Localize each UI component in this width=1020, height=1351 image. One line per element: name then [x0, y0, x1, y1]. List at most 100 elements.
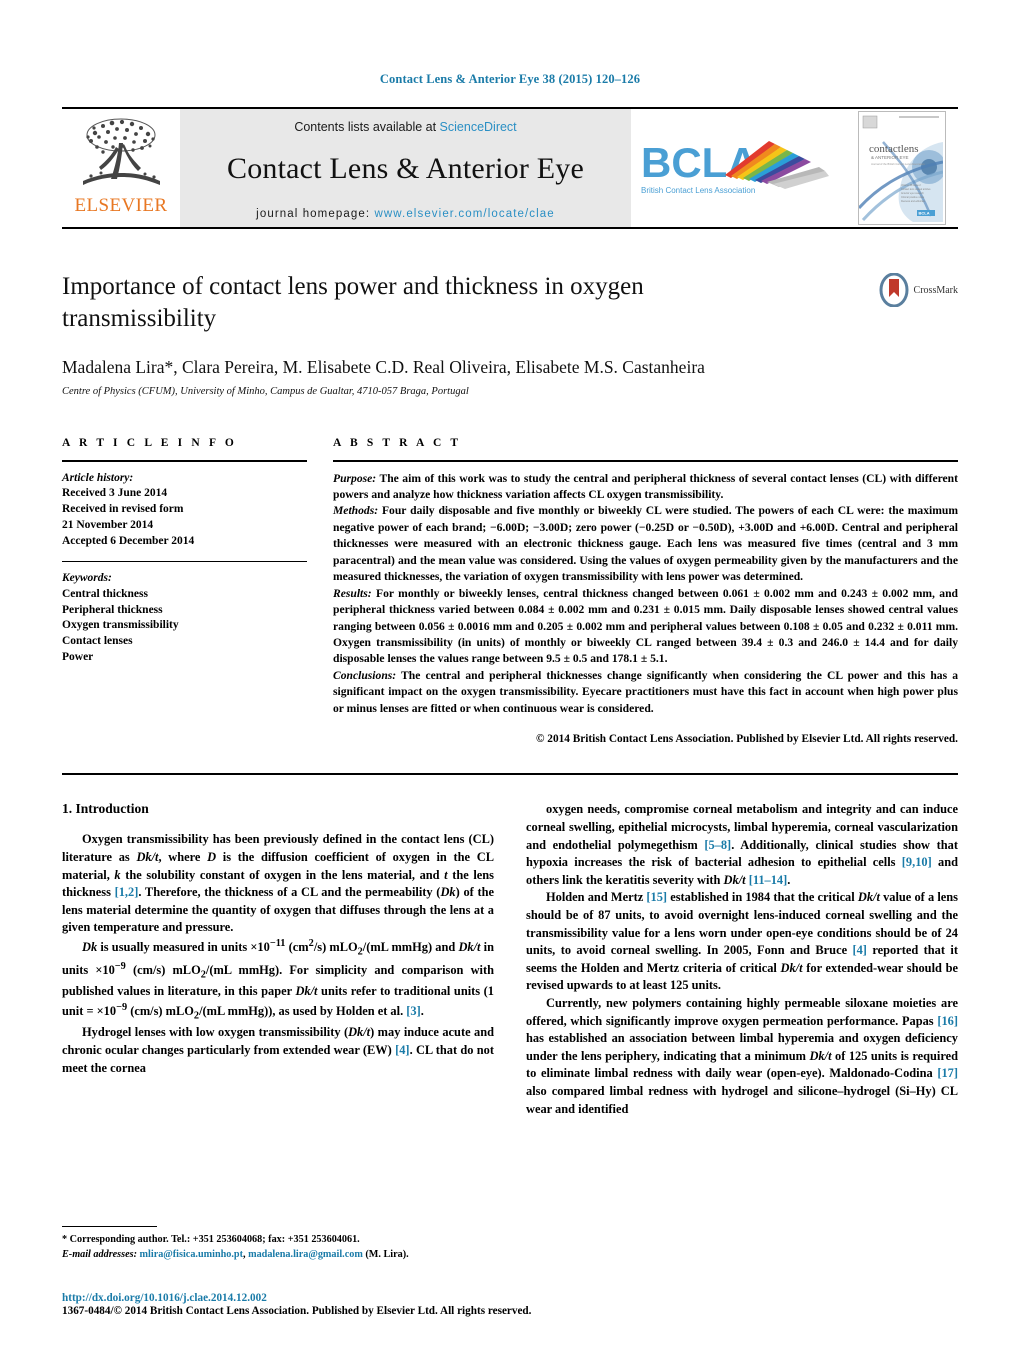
emphasis-text: Dk/t — [295, 984, 318, 999]
text-run: is usually measured in units ×10 — [97, 940, 270, 955]
journal-title: Contact Lens & Anterior Eye — [227, 152, 584, 185]
info-abstract-section: A R T I C L E I N F O Article history: R… — [62, 437, 958, 748]
text-run: (cm — [285, 940, 309, 955]
article-page: Contact Lens & Anterior Eye 38 (2015) 12… — [0, 0, 1020, 1351]
svg-text:BCLA: BCLA — [641, 139, 758, 186]
contents-available-line: Contents lists available at ScienceDirec… — [294, 120, 516, 134]
abstract-body: Purpose: The aim of this work was to stu… — [333, 471, 958, 748]
emphasis-text: D — [207, 849, 217, 864]
corresponding-author-note: * Corresponding author. Tel.: +351 25360… — [62, 1234, 360, 1246]
abstract-copyright: © 2014 British Contact Lens Association.… — [536, 733, 958, 746]
bcla-logo-icon: BCLA British Contact Lens Association — [641, 139, 829, 195]
page-title: Importance of contact lens power and thi… — [62, 273, 644, 332]
homepage-prefix: journal homepage: — [256, 208, 371, 220]
title-block: CrossMark Importance of contact lens pow… — [62, 271, 958, 397]
svg-text:Volume 38 Issue 2: Volume 38 Issue 2 — [901, 184, 921, 187]
elsevier-logo: ELSEVIER — [62, 109, 180, 227]
text-run: (cm/s) mLO — [127, 1004, 194, 1019]
sciencedirect-link[interactable]: ScienceDirect — [440, 120, 517, 134]
text-run: (cm/s) mLO — [125, 963, 201, 978]
journal-cover-thumbnail: contactlens & ANTERIOR EYE Journal of th… — [846, 109, 958, 227]
text-run: Hydrogel lenses with low oxygen transmis… — [82, 1025, 349, 1040]
doi-link[interactable]: http://dx.doi.org/10.1016/j.clae.2014.12… — [62, 1292, 782, 1304]
emphasis-text: Dk — [82, 940, 98, 955]
text-run: , where — [158, 849, 208, 864]
abstract-methods: Methods: Four daily disposable and five … — [333, 503, 958, 585]
text-run: established in 1984 that the critical — [667, 890, 858, 905]
left-paragraphs: Oxygen transmissibility has been previou… — [62, 831, 494, 1077]
homepage-url-link[interactable]: www.elsevier.com/locate/clae — [374, 208, 554, 220]
running-head: Contact Lens & Anterior Eye 38 (2015) 12… — [379, 72, 641, 86]
journal-masthead: ELSEVIER Contents lists available at Sci… — [62, 107, 958, 229]
body-paragraph: oxygen needs, compromise corneal metabol… — [526, 801, 958, 889]
citation-link[interactable]: [16] — [937, 1014, 958, 1028]
abstract-purpose: Purpose: The aim of this work was to stu… — [333, 471, 958, 504]
text-run: . Therefore, the thickness of a CL and t… — [138, 885, 441, 900]
citation-link[interactable]: [9,10] — [902, 855, 932, 869]
abstract-methods-label: Methods: — [333, 504, 379, 518]
svg-text:Contact lens related articles: Contact lens related articles — [901, 188, 931, 191]
divider — [333, 459, 958, 462]
right-paragraphs: oxygen needs, compromise corneal metabol… — [526, 801, 958, 1118]
email-note: E-mail addresses: mlira@fisica.uminho.pt… — [62, 1248, 502, 1263]
citation-link[interactable]: [4] — [395, 1043, 409, 1057]
abstract-conclusions-text: The central and peripheral thicknesses c… — [333, 668, 958, 715]
section-title-introduction: 1. Introduction — [62, 801, 149, 817]
bcla-subtitle: British Contact Lens Association — [641, 186, 755, 195]
emphasis-text: Dk — [440, 885, 456, 900]
citation-link[interactable]: [15] — [646, 890, 667, 904]
citation-link[interactable]: [1,2] — [115, 885, 139, 899]
keyword-item: Central thickness — [62, 587, 148, 600]
body-paragraph: Hydrogel lenses with low oxygen transmis… — [62, 1024, 494, 1077]
article-history-label: Article history: — [62, 471, 134, 484]
issn-copyright-line: 1367-0484/© 2014 British Contact Lens As… — [62, 1305, 532, 1317]
abstract-purpose-text: The aim of this work was to study the ce… — [333, 471, 958, 501]
text-run: . — [420, 1004, 424, 1019]
abstract-results-label: Results: — [333, 586, 372, 600]
citation-link[interactable]: [5–8] — [704, 838, 731, 852]
body-paragraph: Oxygen transmissibility has been previou… — [62, 831, 494, 937]
svg-text:Reviews and editorials: Reviews and editorials — [901, 200, 926, 203]
divider — [62, 773, 958, 776]
citation-link[interactable]: [4] — [852, 943, 866, 957]
abstract-methods-text: Four daily disposable and five monthly o… — [333, 504, 958, 584]
body-paragraph: Holden and Mertz [15] established in 198… — [526, 889, 958, 995]
contents-prefix: Contents lists available at — [294, 120, 440, 134]
divider — [62, 560, 307, 562]
abstract-column: A B S T R A C T Purpose: The aim of this… — [333, 437, 958, 748]
abstract-heading: A B S T R A C T — [333, 436, 462, 449]
email-link-2[interactable]: madalena.lira@gmail.com — [248, 1249, 363, 1260]
citation-link[interactable]: [3] — [406, 1004, 420, 1018]
history-item: Accepted 6 December 2014 — [62, 534, 195, 547]
keyword-item: Oxygen transmissibility — [62, 619, 179, 632]
text-run: also compared limbal redness with hydrog… — [526, 1084, 958, 1116]
divider — [62, 459, 307, 462]
emphasis-text: Dk/t — [458, 940, 481, 955]
author-list: Madalena Lira*, Clara Pereira, M. Elisab… — [62, 357, 958, 378]
body-paragraph: Dk is usually measured in units ×10−11 (… — [62, 937, 494, 1024]
emphasis-text: Dk/t — [857, 890, 880, 905]
crossmark-badge[interactable]: CrossMark — [877, 273, 958, 307]
keyword-item: Power — [62, 651, 94, 664]
svg-text:Journal of the British Contact: Journal of the British Contact Lens Asso… — [871, 162, 925, 166]
text-run: Holden and Mertz — [546, 890, 647, 905]
bcla-logo: BCLA British Contact Lens Association — [631, 109, 846, 227]
email-link-1[interactable]: mlira@fisica.uminho.pt — [140, 1249, 243, 1260]
svg-text:Clinical practice notes: Clinical practice notes — [901, 196, 925, 199]
citation-link[interactable]: [11–14] — [749, 873, 788, 887]
text-run: Currently, new polymers containing highl… — [526, 996, 958, 1028]
text-run: /(mL mmHg)), as used by Holden et al. — [199, 1004, 407, 1019]
text-run: /s) mLO — [313, 940, 358, 955]
footnote-block: * Corresponding author. Tel.: +351 25360… — [62, 1226, 502, 1263]
affiliation: Centre of Physics (CFUM), University of … — [62, 385, 469, 397]
emphasis-text: Dk/t — [348, 1025, 371, 1040]
keywords-group: Keywords: Central thickness Peripheral t… — [62, 571, 307, 666]
elsevier-tree-icon — [83, 118, 160, 185]
emphasis-text: Dk/t — [136, 849, 159, 864]
abstract-results-text: For monthly or biweekly lenses, central … — [333, 586, 958, 666]
citation-link[interactable]: [17] — [937, 1066, 958, 1080]
svg-text:Anterior eye research: Anterior eye research — [901, 192, 925, 195]
email-addresses-label: E-mail addresses: — [62, 1249, 137, 1261]
keyword-item: Peripheral thickness — [62, 603, 163, 616]
article-info-column: A R T I C L E I N F O Article history: R… — [62, 437, 307, 748]
